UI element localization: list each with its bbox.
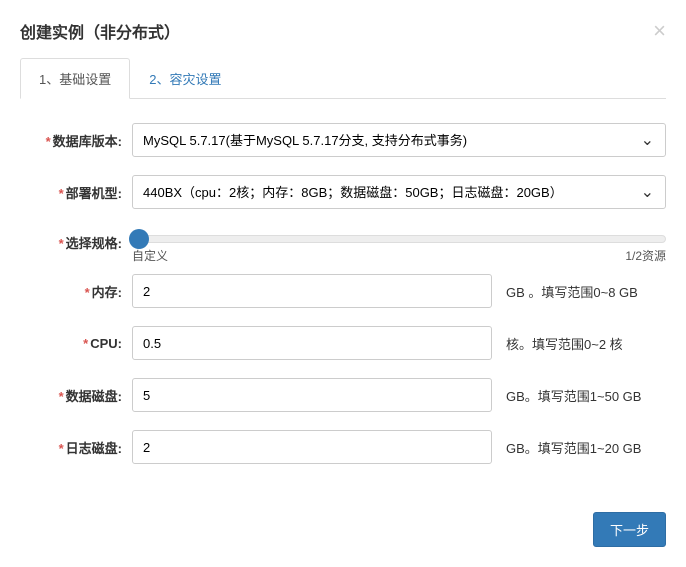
- log-disk-hint: GB。填写范围1~20 GB: [506, 438, 641, 457]
- memory-hint: GB 。填写范围0~8 GB: [506, 282, 638, 301]
- data-disk-input[interactable]: [132, 378, 492, 412]
- spec-slider-left-label: 自定义: [132, 247, 168, 264]
- spec-slider-right-label: 1/2资源: [625, 247, 666, 264]
- label-machine-type: *部署机型:: [20, 183, 132, 202]
- tab-disaster-recovery[interactable]: 2、容灾设置: [130, 58, 240, 99]
- tab-basic-settings[interactable]: 1、基础设置: [20, 58, 130, 99]
- label-spec: *选择规格:: [20, 227, 132, 252]
- data-disk-hint: GB。填写范围1~50 GB: [506, 386, 641, 405]
- spec-slider-thumb[interactable]: [129, 229, 149, 249]
- tab-bar: 1、基础设置 2、容灾设置: [20, 58, 666, 99]
- label-memory: *内存:: [20, 282, 132, 301]
- cpu-input[interactable]: [132, 326, 492, 360]
- db-version-select[interactable]: MySQL 5.7.17(基于MySQL 5.7.17分支, 支持分布式事务): [132, 123, 666, 157]
- cpu-hint: 核。填写范围0~2 核: [506, 334, 623, 353]
- modal-title: 创建实例（非分布式）: [20, 19, 180, 43]
- memory-input[interactable]: [132, 274, 492, 308]
- machine-type-select[interactable]: 440BX（cpu：2核；内存：8GB；数据磁盘：50GB；日志磁盘：20GB）: [132, 175, 666, 209]
- label-data-disk: *数据磁盘:: [20, 386, 132, 405]
- label-cpu: *CPU:: [20, 336, 132, 351]
- label-log-disk: *日志磁盘:: [20, 438, 132, 457]
- next-button[interactable]: 下一步: [593, 512, 666, 547]
- close-icon[interactable]: ×: [653, 18, 666, 44]
- label-db-version: *数据库版本:: [20, 131, 132, 150]
- spec-slider[interactable]: [132, 235, 666, 243]
- log-disk-input[interactable]: [132, 430, 492, 464]
